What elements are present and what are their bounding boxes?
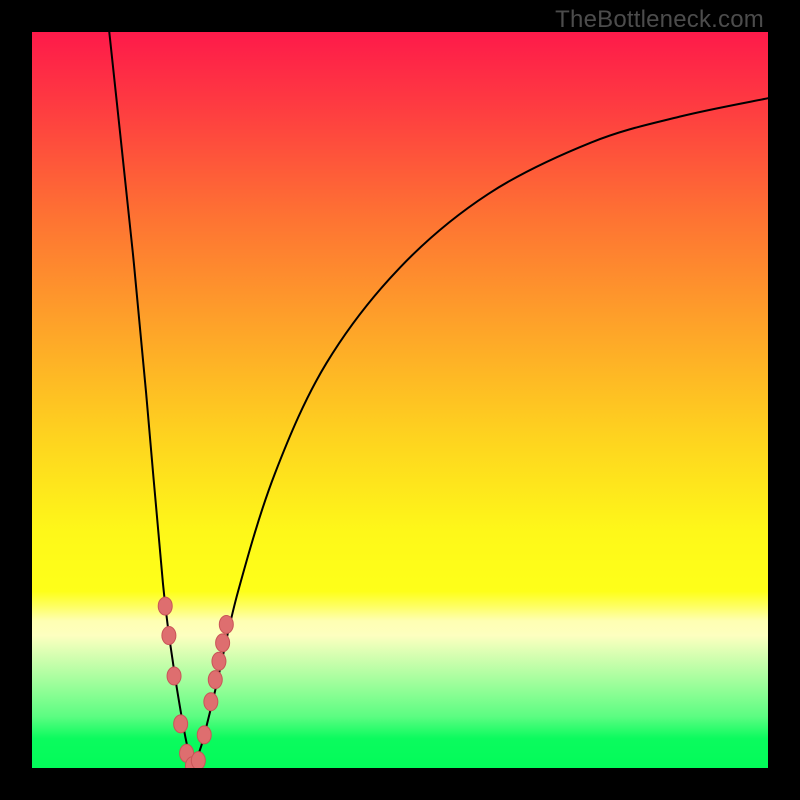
data-marker bbox=[212, 652, 226, 670]
data-marker bbox=[219, 615, 233, 633]
watermark-text: TheBottleneck.com bbox=[555, 6, 764, 34]
curve-right-branch bbox=[192, 98, 768, 768]
chart-frame: TheBottleneck.com bbox=[0, 0, 800, 800]
data-marker bbox=[216, 634, 230, 652]
data-marker bbox=[191, 752, 205, 768]
data-marker bbox=[208, 671, 222, 689]
data-marker bbox=[158, 597, 172, 615]
data-marker bbox=[174, 715, 188, 733]
data-marker bbox=[204, 693, 218, 711]
data-marker bbox=[167, 667, 181, 685]
data-marker bbox=[197, 726, 211, 744]
data-marker bbox=[162, 627, 176, 645]
curve-left-branch bbox=[109, 32, 192, 768]
plot-area bbox=[32, 32, 768, 768]
marker-group bbox=[158, 597, 233, 768]
plot-svg bbox=[32, 32, 768, 768]
